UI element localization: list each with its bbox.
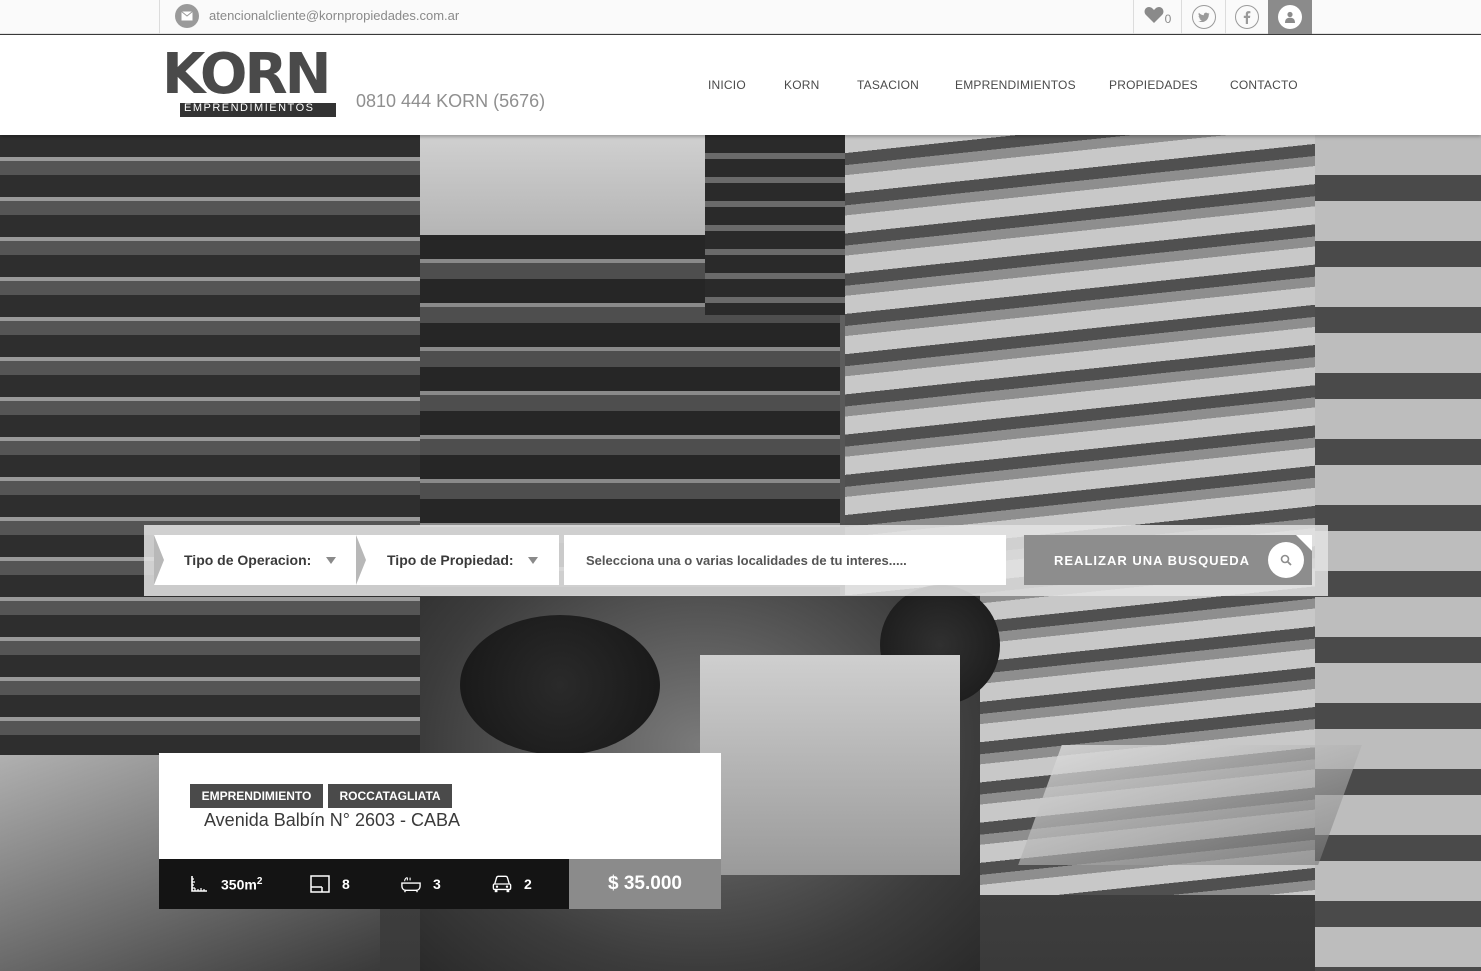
twitter-icon bbox=[1191, 5, 1216, 29]
room-icon bbox=[310, 874, 330, 894]
main-nav: INICIO KORN TASACION EMPRENDIMIENTOS PRO… bbox=[0, 78, 1481, 94]
operation-type-label: Tipo de Operacion: bbox=[184, 552, 312, 568]
baths-value: 3 bbox=[433, 876, 441, 892]
nav-item-emprendimientos[interactable]: EMPRENDIMIENTOS bbox=[955, 78, 1076, 92]
area-value: 350m2 bbox=[221, 875, 263, 893]
location-search-input[interactable] bbox=[564, 535, 1006, 585]
phone-number: 0810 444 KORN (5676) bbox=[356, 91, 546, 111]
favorites-button[interactable]: 0 bbox=[1133, 0, 1181, 34]
featured-property-card[interactable]: EMPRENDIMIENTO ROCCATAGLIATA Avenida Bal… bbox=[159, 753, 721, 859]
hero-glass-canopy bbox=[1018, 745, 1362, 865]
search-button-label: REALIZAR UNA BUSQUEDA bbox=[1054, 552, 1251, 568]
twitter-button[interactable] bbox=[1181, 0, 1225, 34]
logo-subtitle: EMPRENDIMIENTOS bbox=[184, 102, 315, 114]
select-arrow-divider bbox=[356, 535, 366, 585]
chevron-down-icon bbox=[326, 557, 336, 564]
property-address: Avenida Balbín N° 2603 - CABA bbox=[204, 810, 461, 830]
chevron-down-icon bbox=[528, 557, 538, 564]
property-type-select[interactable]: Tipo de Propiedad: bbox=[356, 535, 559, 585]
stat-rooms: 8 bbox=[310, 859, 350, 909]
heart-icon bbox=[1144, 6, 1164, 29]
hero-sky bbox=[420, 135, 720, 235]
search-button[interactable]: REALIZAR UNA BUSQUEDA bbox=[1024, 535, 1312, 585]
hero-building-far-right bbox=[1315, 135, 1481, 971]
category-badge[interactable]: EMPRENDIMIENTO bbox=[190, 784, 323, 808]
rooms-value: 8 bbox=[342, 876, 350, 892]
nav-item-korn[interactable]: KORN bbox=[784, 78, 819, 92]
stat-baths: 3 bbox=[401, 859, 441, 909]
select-arrow-divider bbox=[154, 535, 164, 585]
top-bar: atencionalcliente@kornpropiedades.com.ar… bbox=[0, 0, 1481, 34]
hero-building-left bbox=[0, 135, 420, 755]
property-type-label: Tipo de Propiedad: bbox=[387, 552, 514, 568]
parking-value: 2 bbox=[524, 876, 532, 892]
facebook-icon bbox=[1235, 5, 1259, 29]
facebook-button[interactable] bbox=[1225, 0, 1268, 34]
contact-email-link[interactable]: atencionalcliente@kornpropiedades.com.ar bbox=[209, 8, 459, 23]
user-icon bbox=[1278, 5, 1302, 29]
logo-wordmark: KORN bbox=[162, 42, 331, 107]
mail-icon[interactable] bbox=[175, 4, 199, 28]
car-icon bbox=[492, 874, 512, 894]
search-bar: Tipo de Operacion: Tipo de Propiedad: RE… bbox=[144, 525, 1328, 596]
bathtub-icon bbox=[401, 874, 421, 894]
operation-type-select[interactable]: Tipo de Operacion: bbox=[154, 535, 356, 585]
nav-item-propiedades[interactable]: PROPIEDADES bbox=[1109, 78, 1198, 92]
favorites-count: 0 bbox=[1164, 12, 1172, 26]
property-price[interactable]: $ 35.000 bbox=[569, 859, 721, 909]
corner-decoration bbox=[1296, 535, 1312, 551]
main-header: KORN EMPRENDIMIENTOS 0810 444 KORN (5676… bbox=[0, 35, 1481, 135]
nav-item-inicio[interactable]: INICIO bbox=[708, 78, 746, 92]
user-account-button[interactable] bbox=[1268, 0, 1312, 34]
property-stats-bar: 350m2 8 3 2 bbox=[159, 859, 569, 909]
area-icon bbox=[189, 874, 209, 894]
stat-area: 350m2 bbox=[189, 859, 262, 909]
divider bbox=[159, 0, 160, 34]
hero-trees bbox=[460, 615, 660, 755]
stat-parking: 2 bbox=[492, 859, 532, 909]
price-value: $ 35.000 bbox=[608, 873, 682, 894]
nav-item-tasacion[interactable]: TASACION bbox=[857, 78, 919, 92]
hero-pavilion bbox=[700, 655, 960, 875]
hero-tower bbox=[705, 135, 845, 315]
nav-item-contacto[interactable]: CONTACTO bbox=[1230, 78, 1298, 92]
project-badge[interactable]: ROCCATAGLIATA bbox=[328, 784, 452, 808]
